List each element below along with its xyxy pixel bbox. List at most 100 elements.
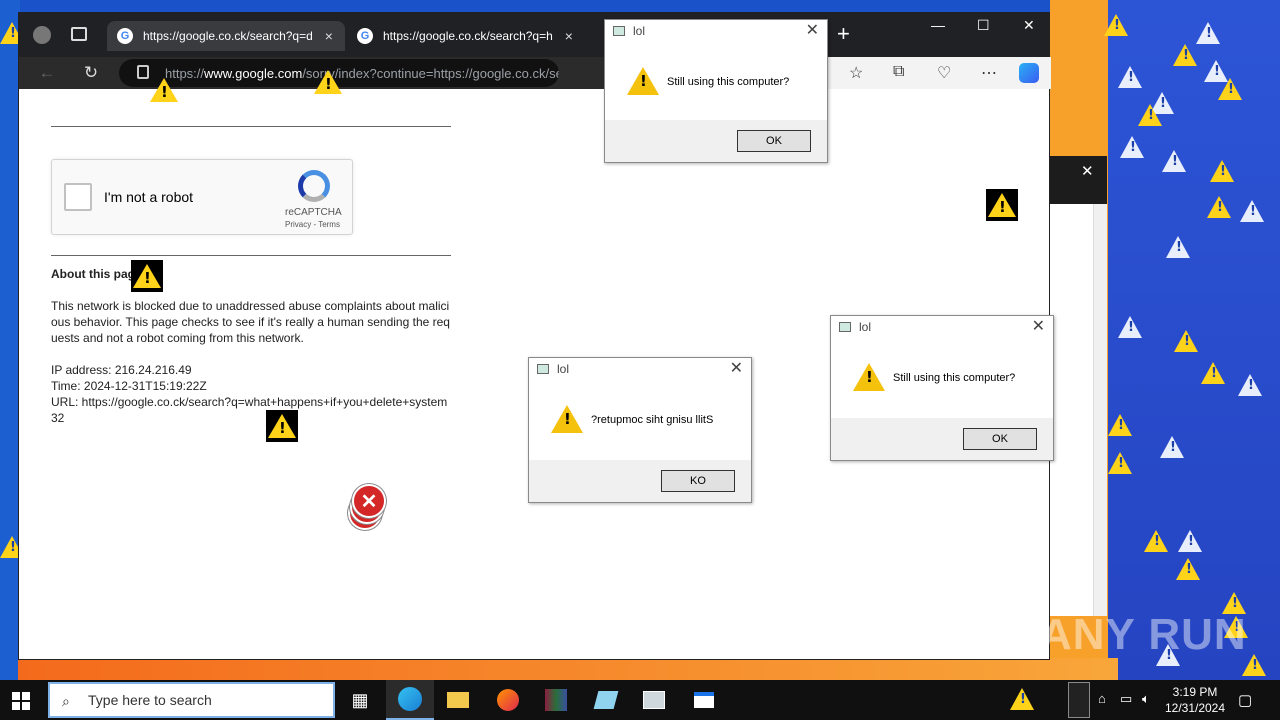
- task-view-icon[interactable]: ▦: [336, 680, 384, 720]
- taskbar-search[interactable]: ⌕ Type here to search: [48, 682, 335, 718]
- close-icon[interactable]: ✕: [730, 358, 743, 378]
- ok-button[interactable]: OK: [737, 130, 811, 152]
- copilot-icon[interactable]: [1019, 63, 1039, 83]
- search-placeholder: Type here to search: [88, 692, 212, 708]
- error-icon-stack: ✕: [348, 482, 390, 532]
- google-icon: G: [357, 28, 373, 44]
- warning-icon: [1238, 374, 1262, 396]
- warning-icon: [266, 410, 298, 442]
- url-domain: www.google.com: [204, 65, 303, 81]
- scrollbar[interactable]: [1093, 204, 1107, 616]
- volume-icon[interactable]: 🔈︎: [1142, 691, 1150, 707]
- warning-icon: [1118, 66, 1142, 88]
- captcha-checkbox[interactable]: [64, 183, 92, 211]
- tab-title: https://google.co.ck/search?q=d: [143, 29, 313, 43]
- close-icon[interactable]: ✕: [1081, 162, 1094, 180]
- app-icon[interactable]: [630, 680, 678, 720]
- timestamp: Time: 2024-12-31T15:19:22Z: [51, 379, 207, 393]
- file-explorer-icon[interactable]: [434, 680, 482, 720]
- network-icon[interactable]: ▭: [1120, 691, 1132, 707]
- favorites-icon[interactable]: ☆: [849, 63, 863, 83]
- request-url: URL: https://google.co.ck/search?q=what+…: [51, 395, 448, 425]
- maximize-button[interactable]: ☐: [977, 17, 990, 34]
- captcha-label: I'm not a robot: [104, 189, 194, 205]
- tab-close-icon[interactable]: ×: [565, 28, 573, 44]
- app-icon: [537, 364, 549, 374]
- warning-icon: [1176, 558, 1200, 580]
- ko-button[interactable]: KO: [661, 470, 735, 492]
- more-icon[interactable]: ⋯: [981, 63, 997, 83]
- new-tab-button[interactable]: +: [837, 21, 850, 47]
- dialog-body: ?retupmoc siht gnisu llitS: [529, 385, 751, 457]
- warning-icon: [1240, 200, 1264, 222]
- profile-icon[interactable]: [33, 26, 51, 44]
- warning-icon: [1174, 330, 1198, 352]
- tab-actions-icon[interactable]: [71, 27, 87, 41]
- dialog-title: lol: [859, 320, 872, 334]
- dialog-app-icon[interactable]: [680, 680, 728, 720]
- warning-icon: [1178, 530, 1202, 552]
- ok-button[interactable]: OK: [963, 428, 1037, 450]
- warning-icon: [1218, 78, 1242, 100]
- warning-icon: [1166, 236, 1190, 258]
- close-icon[interactable]: ✕: [806, 20, 819, 40]
- warning-icon: [1201, 362, 1225, 384]
- background-window-orange-bottom: [18, 658, 1118, 680]
- warning-icon: [1160, 436, 1184, 458]
- edge-app-icon[interactable]: [386, 680, 434, 720]
- warning-icon: [1162, 150, 1186, 172]
- performance-icon[interactable]: ♡: [937, 63, 951, 83]
- dialog-body: Still using this computer?: [605, 47, 827, 119]
- recaptcha-brand: reCAPTCHA: [285, 207, 342, 218]
- clock-date: 12/31/2024: [1164, 701, 1226, 715]
- firefox-icon[interactable]: [484, 680, 532, 720]
- tray-icon[interactable]: ⌂: [1098, 691, 1106, 706]
- desktop-background-left: [0, 0, 20, 680]
- ip-address: IP address: 216.24.216.49: [51, 363, 192, 377]
- dialog-footer: OK: [605, 120, 827, 162]
- notepad-icon[interactable]: [582, 680, 630, 720]
- dialog-message: ?retupmoc siht gnisu llitS: [591, 414, 714, 426]
- background-window-titlebar: ✕: [1045, 156, 1107, 204]
- collections-icon[interactable]: ⧉: [893, 63, 904, 81]
- minimize-button[interactable]: —: [931, 17, 945, 33]
- winrar-icon[interactable]: [532, 680, 580, 720]
- close-button[interactable]: ✕: [1023, 17, 1035, 34]
- search-icon: ⌕: [62, 693, 70, 709]
- tray-overflow[interactable]: [1068, 682, 1090, 718]
- warning-icon: [1108, 414, 1132, 436]
- warning-icon: [1118, 316, 1142, 338]
- toolbar-right: ☆ ⧉ ♡ ⋯: [825, 57, 1051, 89]
- about-title: About this page: [51, 267, 142, 281]
- warning-icon: [853, 363, 885, 391]
- dialog-title: lol: [633, 24, 646, 38]
- dialog-message: Still using this computer?: [893, 372, 1016, 384]
- app-icon: [839, 322, 851, 332]
- warning-icon: [312, 66, 344, 98]
- warning-icon: [1138, 104, 1162, 126]
- tab-2[interactable]: G https://google.co.ck/search?q=h ×: [355, 21, 581, 51]
- block-explanation: This network is blocked due to unaddress…: [51, 299, 450, 345]
- warning-icon: [1108, 452, 1132, 474]
- divider: [51, 126, 451, 127]
- warning-icon: [1210, 160, 1234, 182]
- warning-icon: [627, 67, 659, 95]
- notification-icon[interactable]: ▢: [1238, 691, 1252, 709]
- refresh-icon[interactable]: ↻: [79, 61, 103, 85]
- recaptcha-links[interactable]: Privacy - Terms: [285, 220, 340, 229]
- message-dialog: lol ✕ ?retupmoc siht gnisu llitS KO: [528, 357, 752, 503]
- anyrun-watermark: ANY RUN: [1040, 610, 1247, 659]
- background-window: [1045, 204, 1107, 616]
- clock[interactable]: 3:19 PM 12/31/2024: [1160, 684, 1230, 716]
- app-icon: [613, 26, 625, 36]
- start-button[interactable]: [12, 692, 30, 710]
- close-icon[interactable]: ✕: [1032, 316, 1045, 336]
- dialog-title: lol: [557, 362, 570, 376]
- back-icon[interactable]: ←: [35, 61, 59, 85]
- warning-icon: [1120, 136, 1144, 158]
- tab-title: https://google.co.ck/search?q=h: [383, 29, 553, 43]
- tab-1[interactable]: G https://google.co.ck/search?q=d ×: [107, 21, 345, 51]
- clock-time: 3:19 PM: [1172, 685, 1218, 699]
- tab-close-icon[interactable]: ×: [325, 28, 333, 44]
- message-dialog: lol ✕ Still using this computer? OK: [830, 315, 1054, 461]
